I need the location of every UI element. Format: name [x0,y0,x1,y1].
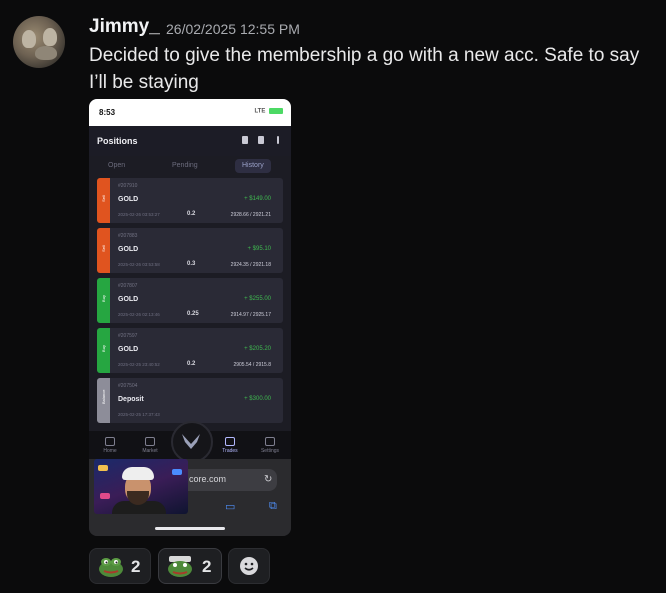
tab-history[interactable]: History [235,159,271,173]
wolf-logo-icon [182,434,200,449]
status-time: 8:53 [99,108,116,117]
trade-card[interactable]: Sell #207883 GOLD + $95.10 2025-02-26 03:53:… [97,228,283,273]
trade-side: Balance [101,389,106,404]
home-indicator [155,527,225,530]
trade-prices: 2924.35 / 2921.18 [230,262,271,268]
positions-title: Positions [97,136,138,146]
username[interactable]: Jimmy_ [89,16,160,38]
nav-home[interactable]: Home [95,437,125,454]
trade-card[interactable]: Balance #207504 Deposit + $300.00 2025-02-25… [97,378,283,423]
document-icon [242,136,248,144]
trade-prices: 2928.66 / 2921.21 [230,212,271,218]
add-reaction-button[interactable] [228,548,270,584]
trade-id: #207597 [118,333,138,339]
trade-volume: 0.2 [187,361,196,367]
trades-icon [225,437,235,446]
trade-symbol: Deposit [118,396,144,403]
trade-side: Sell [101,245,106,252]
trade-volume: 0.3 [187,261,196,267]
reaction-count: 2 [202,557,212,576]
trade-volume: 0.2 [187,211,196,217]
reaction-pepe-hat[interactable]: 2 [158,548,222,584]
trade-side: Buy [101,295,106,302]
battery-icon [269,108,283,114]
trade-symbol: GOLD [118,246,139,253]
reaction-pepe[interactable]: 2 [89,548,151,584]
market-icon [145,437,155,446]
reload-icon[interactable]: ↻ [264,474,272,485]
smile-icon [240,557,258,575]
reaction-count: 2 [131,557,141,576]
app-logo-button[interactable] [171,421,213,463]
positions-tabs: Open Pending History [89,156,291,178]
nav-trades[interactable]: Trades [215,437,245,454]
message-timestamp: 26/02/2025 12:55 PM [166,21,300,37]
home-icon [105,437,115,446]
trade-symbol: GOLD [118,346,139,353]
calendar-icon [258,136,264,144]
trade-profit: + $149.00 [244,196,271,202]
trade-date: 2025-02-25 23:40:52 [118,362,160,367]
nav-settings[interactable]: Settings [255,437,285,454]
trade-card[interactable]: Sell #207910 GOLD + $149.00 2025-02-26 03:53… [97,178,283,223]
trade-id: #207807 [118,283,138,289]
nav-market[interactable]: Market [135,437,165,454]
status-network: LTE [254,108,283,115]
trade-symbol: GOLD [118,196,139,203]
trade-symbol: GOLD [118,296,139,303]
gear-icon [265,437,275,446]
user-avatar[interactable] [13,16,65,68]
more-icon [277,136,279,144]
trade-id: #207910 [118,183,138,189]
attached-screenshot[interactable]: 8:53 LTE Positions Open Pending History … [89,99,291,536]
phone-status-bar: 8:53 LTE [89,99,291,126]
trade-date: 2025-02-26 03:53:27 [118,212,160,217]
trade-date: 2025-02-25 17:37:43 [118,412,160,417]
pepe-frog-hat-icon [168,556,192,577]
trade-side: Buy [101,345,106,352]
pepe-frog-icon [99,558,123,577]
trade-profit: + $205.20 [244,346,271,352]
trade-id: #207504 [118,383,138,389]
trade-profit: + $255.00 [244,296,271,302]
message-text: Decided to give the membership a go with… [89,45,640,93]
app-header: Positions [89,126,291,156]
trade-prices: 2905.54 / 2915.8 [233,362,271,368]
trade-date: 2025-02-26 02:13:46 [118,312,160,317]
trade-date: 2025-02-26 03:53:58 [118,262,160,267]
trade-volume: 0.25 [187,311,199,317]
url-text[interactable]: core.com [189,474,226,484]
tab-pending[interactable]: Pending [165,159,205,173]
webcam-overlay [94,459,188,514]
tab-open[interactable]: Open [101,159,132,173]
bookmarks-icon[interactable]: ▭ [225,500,235,513]
tabs-icon[interactable]: ⧉ [269,500,277,513]
trade-card[interactable]: Buy #207597 GOLD + $205.20 2025-02-25 23:40:… [97,328,283,373]
trade-prices: 2914.97 / 2925.17 [230,312,271,318]
trade-profit: + $95.10 [247,246,271,252]
trade-id: #207883 [118,233,138,239]
trade-profit: + $300.00 [244,396,271,402]
trade-card[interactable]: Buy #207807 GOLD + $255.00 2025-02-26 02:13:… [97,278,283,323]
trade-side: Sell [101,195,106,202]
